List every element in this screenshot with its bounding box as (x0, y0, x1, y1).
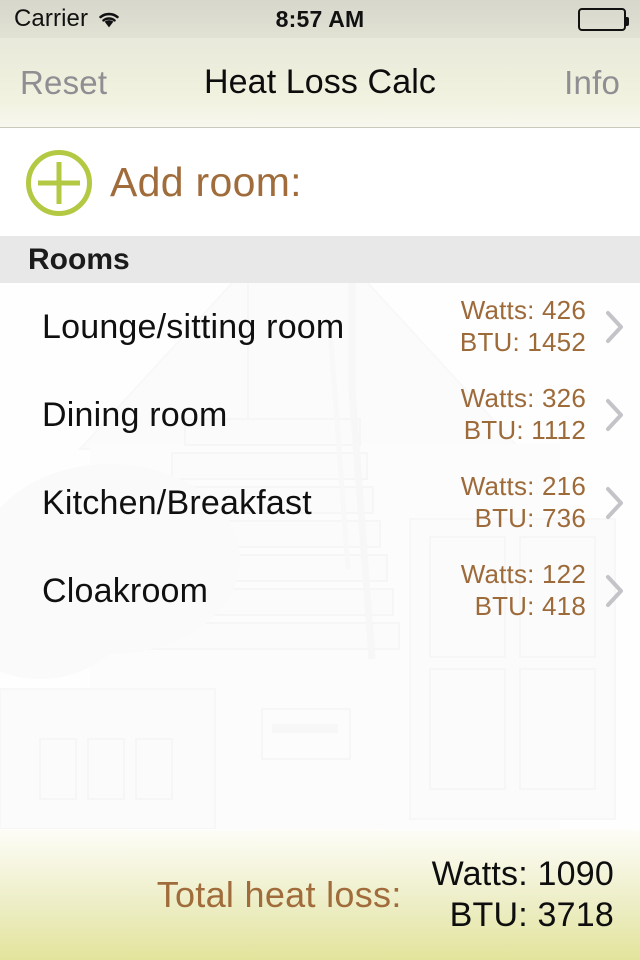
chevron-right-icon[interactable] (602, 486, 640, 520)
room-name: Dining room (42, 395, 228, 434)
room-values: Watts: 216 BTU: 736 (461, 471, 602, 534)
total-watts: Watts: 1090 (431, 854, 614, 893)
room-btu: BTU: 418 (474, 591, 586, 621)
room-watts: Watts: 426 (460, 295, 586, 326)
room-btu: BTU: 736 (474, 503, 586, 533)
rooms-section-header-label: Rooms (28, 242, 130, 276)
page-title: Heat Loss Calc (204, 63, 436, 101)
room-name: Lounge/sitting room (42, 307, 345, 346)
rooms-section-header: Rooms (0, 236, 640, 283)
battery-full-icon (578, 7, 629, 31)
total-heat-loss-bar: Total heat loss: Watts: 1090 BTU: 3718 (0, 830, 640, 960)
add-room-button[interactable]: Add room: (0, 129, 640, 236)
plus-circle-icon (26, 149, 92, 216)
room-name: Kitchen/Breakfast (42, 483, 312, 522)
chevron-right-icon[interactable] (602, 574, 640, 608)
room-name: Cloakroom (42, 571, 209, 610)
room-values: Watts: 426 BTU: 1452 (460, 295, 602, 358)
add-room-label: Add room: (110, 159, 302, 205)
room-btu: BTU: 1112 (463, 415, 586, 445)
room-watts: Watts: 326 (460, 383, 586, 414)
room-values: Watts: 122 BTU: 418 (461, 559, 602, 622)
navigation-bar: Reset Heat Loss Calc Info (0, 38, 640, 128)
table-row[interactable]: Dining room Watts: 326 BTU: 1112 (0, 371, 640, 459)
room-btu: BTU: 1452 (459, 327, 586, 357)
chevron-right-icon[interactable] (602, 398, 640, 432)
rooms-list: Lounge/sitting room Watts: 426 BTU: 1452… (0, 283, 640, 638)
room-watts: Watts: 216 (460, 471, 586, 502)
status-bar-right (578, 7, 629, 31)
room-watts: Watts: 122 (460, 559, 586, 590)
status-bar: Carrier 8:57 AM (0, 0, 640, 38)
status-bar-time: 8:57 AM (275, 5, 365, 32)
total-heat-loss-label: Total heat loss: (156, 874, 402, 915)
room-values: Watts: 326 BTU: 1112 (461, 383, 602, 446)
total-btu: BTU: 3718 (449, 896, 614, 934)
total-heat-loss-values: Watts: 1090 BTU: 3718 (432, 854, 614, 937)
table-row[interactable]: Cloakroom Watts: 122 BTU: 418 (0, 547, 640, 635)
app-screen: Carrier 8:57 AM Reset Heat Loss Calc Inf… (0, 0, 640, 960)
chevron-right-icon[interactable] (602, 310, 640, 344)
table-row[interactable]: Lounge/sitting room Watts: 426 BTU: 1452 (0, 283, 640, 371)
table-row[interactable]: Kitchen/Breakfast Watts: 216 BTU: 736 (0, 459, 640, 547)
